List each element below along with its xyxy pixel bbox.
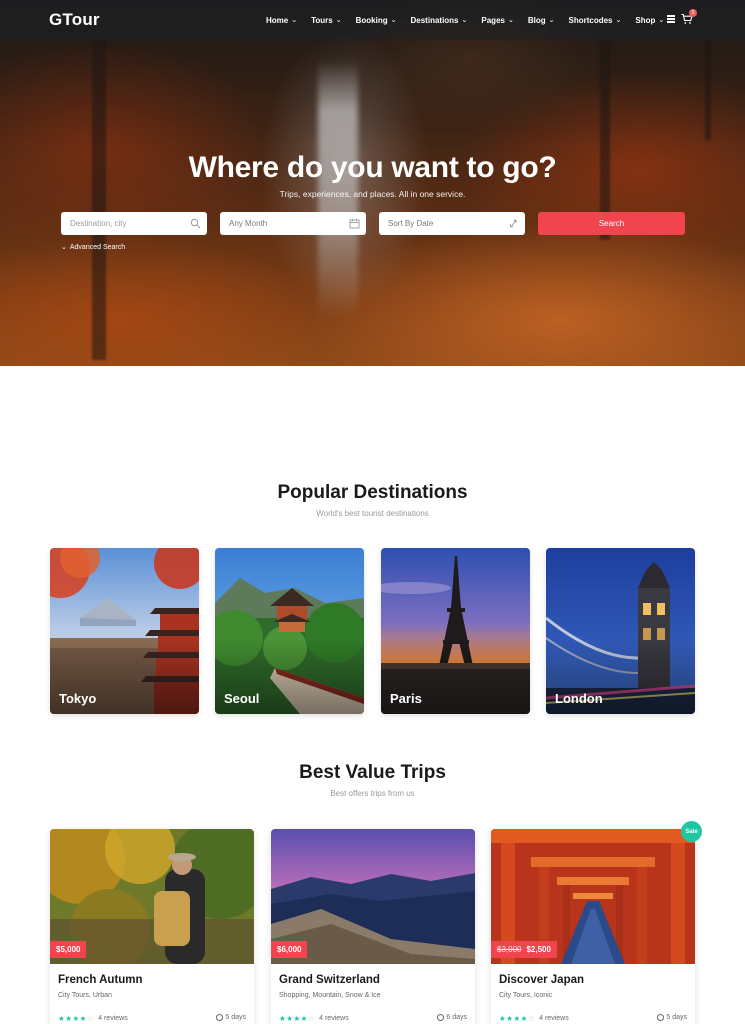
sale-badge: Sale xyxy=(681,821,702,842)
star-rating-icon: ★★★★☆ xyxy=(499,1014,536,1023)
sort-arrows-icon xyxy=(510,219,517,228)
chevron-down-icon: ⌄ xyxy=(390,17,397,24)
nav-item-booking[interactable]: Booking ⌄ xyxy=(356,16,397,25)
trips-title: Best Value Trips xyxy=(299,762,446,783)
trips-subtitle: Best offers trips from us xyxy=(330,789,415,798)
hero-title: Where do you want to go? xyxy=(188,151,557,184)
destination-name: Seoul xyxy=(224,691,260,706)
card-shade xyxy=(546,548,695,714)
search-icon xyxy=(190,218,201,229)
advanced-search-toggle[interactable]: ⌄ Advanced Search xyxy=(61,243,125,252)
price-tag: $3,000 $2,500 xyxy=(491,941,557,958)
calendar-icon xyxy=(349,219,360,229)
sort-select[interactable]: Sort By Date xyxy=(379,212,525,235)
star-rating-icon: ★★★★☆ xyxy=(279,1014,316,1023)
trip-title[interactable]: Grand Switzerland xyxy=(279,974,380,986)
nav-item-pages[interactable]: Pages ⌄ xyxy=(481,16,513,25)
destination-name: Tokyo xyxy=(59,691,97,706)
price-tag: $5,000 xyxy=(50,941,87,958)
popular-title: Popular Destinations xyxy=(277,482,468,503)
price-tag: $6,000 xyxy=(271,941,308,958)
card-shade xyxy=(215,548,364,714)
site-logo[interactable]: GTour xyxy=(49,10,100,30)
destination-input[interactable] xyxy=(70,212,207,235)
nav-item-shop[interactable]: Shop ⌄ xyxy=(635,16,664,25)
card-shade xyxy=(50,548,199,714)
trip-card-grand-switzerland[interactable]: $6,000 Grand Switzerland Shopping, Mount… xyxy=(271,829,475,1024)
card-shade xyxy=(381,548,530,714)
chevron-down-icon: ⌄ xyxy=(335,17,342,24)
clock-icon xyxy=(216,1014,224,1021)
trip-title[interactable]: French Autumn xyxy=(58,974,143,986)
destination-name: Paris xyxy=(390,691,422,706)
destination-card-london[interactable]: London xyxy=(546,548,695,714)
cart-count-badge: 0 xyxy=(689,9,697,17)
chevron-down-icon: ⌄ xyxy=(61,244,67,251)
chevron-down-icon: ⌄ xyxy=(291,17,298,24)
chevron-down-icon: ⌄ xyxy=(461,17,468,24)
trip-tags: City Tours, Urban xyxy=(58,992,112,999)
nav-item-tours[interactable]: Tours ⌄ xyxy=(311,16,342,25)
nav-item-destinations[interactable]: Destinations ⌄ xyxy=(411,16,468,25)
chevron-down-icon: ⌄ xyxy=(658,17,665,24)
trip-card-french-autumn[interactable]: $5,000 French Autumn City Tours, Urban ★… xyxy=(50,829,254,1024)
hamburger-icon[interactable] xyxy=(667,15,675,23)
chevron-down-icon: ⌄ xyxy=(548,17,555,24)
trip-rating: ★★★★☆ 4 reviews xyxy=(58,1014,128,1023)
trip-card-discover-japan[interactable]: $3,000 $2,500 Discover Japan City Tours,… xyxy=(491,829,695,1024)
chevron-down-icon: ⌄ xyxy=(615,17,622,24)
destination-card-tokyo[interactable]: Tokyo xyxy=(50,548,199,714)
clock-icon xyxy=(437,1014,445,1021)
month-select[interactable]: Any Month xyxy=(220,212,366,235)
nav-item-shortcodes[interactable]: Shortcodes ⌄ xyxy=(569,16,622,25)
search-button[interactable]: Search xyxy=(538,212,685,235)
clock-icon xyxy=(657,1014,665,1021)
old-price: $3,000 xyxy=(497,945,522,954)
tree-trunk xyxy=(92,40,106,360)
trip-duration: 5 days xyxy=(657,1014,687,1021)
destination-name: London xyxy=(555,691,603,706)
tree-trunk xyxy=(705,40,711,140)
nav-item-home[interactable]: Home ⌄ xyxy=(266,16,297,25)
trip-rating: ★★★★☆ 4 reviews xyxy=(499,1014,569,1023)
trip-title[interactable]: Discover Japan xyxy=(499,974,584,986)
trip-tags: Shopping, Mountain, Snow & Ice xyxy=(279,992,381,999)
destination-field[interactable] xyxy=(61,212,207,235)
star-rating-icon: ★★★★☆ xyxy=(58,1014,95,1023)
top-navbar: GTour Home ⌄ Tours ⌄ Booking ⌄ Destinations… xyxy=(0,0,745,40)
month-select-value: Any Month xyxy=(229,219,268,228)
chevron-down-icon: ⌄ xyxy=(507,17,514,24)
trip-tags: City Tours, Iconic xyxy=(499,992,553,999)
nav-item-blog[interactable]: Blog ⌄ xyxy=(528,16,555,25)
trip-duration: 5 days xyxy=(216,1014,246,1021)
popular-subtitle: World's best tourist destinations xyxy=(316,509,429,518)
destination-card-paris[interactable]: Paris xyxy=(381,548,530,714)
tree-trunk xyxy=(600,40,610,240)
hero-subtitle: Trips, experiences, and places. All in o… xyxy=(279,189,466,199)
trip-duration: 6 days xyxy=(437,1014,467,1021)
sort-select-value: Sort By Date xyxy=(388,219,434,228)
trip-rating: ★★★★☆ 4 reviews xyxy=(279,1014,349,1023)
destination-card-seoul[interactable]: Seoul xyxy=(215,548,364,714)
main-menu: Home ⌄ Tours ⌄ Booking ⌄ Destinations ⌄ Page… xyxy=(266,0,678,40)
